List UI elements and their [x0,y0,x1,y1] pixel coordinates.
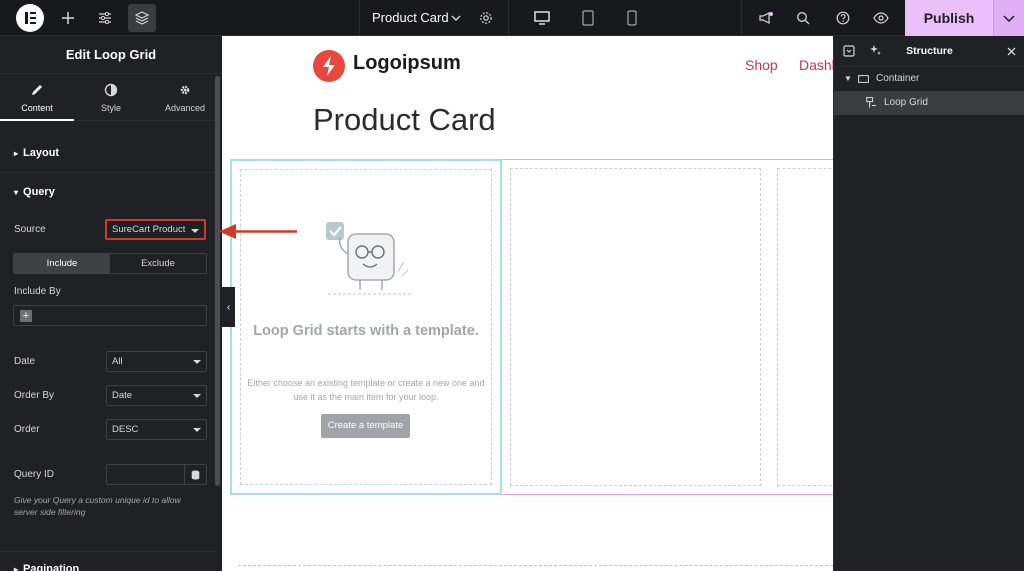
include-exclude-toggle: Include Exclude [13,253,207,274]
loop-item-placeholder [510,168,761,486]
publish-options-chevron-icon[interactable] [993,0,1024,36]
half-circle-icon [74,83,148,99]
nav-link-dashboard[interactable]: Dashb [799,57,833,73]
loop-illustration-icon [326,222,412,295]
site-settings-icon[interactable] [91,4,119,32]
tablet-icon[interactable] [574,4,602,32]
elementor-logo-icon[interactable] [16,4,44,32]
close-icon[interactable] [1007,47,1016,56]
structure-title: Structure [906,45,953,57]
dynamic-tags-icon[interactable] [184,465,206,484]
loop-grid-icon [866,97,876,108]
collapse-panel-chevron-icon[interactable]: ‹ [222,287,235,327]
order-select[interactable]: DESC [106,419,207,440]
tab-content-label: Content [21,103,53,113]
include-by-label: Include By [14,286,61,297]
tab-content[interactable]: Content [0,74,74,121]
panel-scrollbar[interactable] [215,76,220,486]
mobile-icon[interactable] [618,4,646,32]
include-by-field[interactable]: + [13,305,207,326]
pencil-icon [0,83,74,99]
section-layout[interactable]: ▸ Layout [14,147,59,159]
structure-item-loop-grid[interactable]: Loop Grid [834,91,1024,115]
plus-icon[interactable]: + [20,310,32,322]
add-element-icon[interactable] [54,4,82,32]
gear-icon [148,83,222,99]
editor-canvas: Logoipsum Shop Dashb Product Card Loop G… [222,36,833,571]
source-select[interactable]: SureCart Product [105,219,206,240]
document-title[interactable]: Product Card [372,0,449,36]
annotation-arrow-icon [219,224,297,239]
chevron-down-icon[interactable] [442,4,470,32]
top-bar: Product Card Publish [0,0,1024,36]
tab-style[interactable]: Style [74,74,148,121]
query-id-note: Give your Query a custom unique id to al… [14,495,181,517]
section-query[interactable]: ▾ Query [14,186,55,198]
query-id-label: Query ID [14,469,55,480]
date-label: Date [14,356,36,367]
exclude-tab[interactable]: Exclude [110,254,206,273]
widget-settings-panel: Edit Loop Grid Content Style Advanced ▸ … [0,36,222,571]
structure-item-label: Loop Grid [884,97,928,108]
publish-button[interactable]: Publish [905,0,993,36]
page-settings-gear-icon[interactable] [472,4,500,32]
structure-header: Structure [834,36,1024,67]
panel-title: Edit Loop Grid [0,36,222,74]
source-label: Source [14,224,46,235]
order-by-label: Order By [14,390,55,401]
search-icon[interactable] [789,4,817,32]
query-id-input[interactable] [106,464,207,485]
loop-item-placeholder [777,168,833,486]
panel-tabs: Content Style Advanced [0,74,222,121]
editor-app: Product Card Publish Edit Loop Grid Cont… [0,0,1024,571]
notifications-megaphone-icon[interactable] [752,4,780,32]
date-select[interactable]: All [106,351,207,372]
loop-grid-empty-description: Either choose an existing template or cr… [247,378,485,402]
add-section-dropzone[interactable] [238,565,833,566]
loop-grid-empty-title: Loop Grid starts with a template. [253,323,479,339]
structure-item-container[interactable]: ▼ Container [834,67,1024,91]
structure-panel: Structure ▼ Container Loop Grid [833,36,1024,571]
structure-layers-icon[interactable] [128,4,156,32]
include-tab[interactable]: Include [14,254,110,273]
site-name[interactable]: Logoipsum [353,52,461,75]
nav-link-shop[interactable]: Shop [745,57,778,73]
tab-style-label: Style [100,103,121,113]
create-template-button[interactable]: Create a template [321,414,410,438]
tab-advanced[interactable]: Advanced [148,74,222,121]
site-logo-icon[interactable] [313,50,345,82]
page-title[interactable]: Product Card [313,102,496,138]
container-icon [858,75,869,83]
help-icon[interactable] [829,4,857,32]
tab-advanced-label: Advanced [164,103,206,113]
preview-eye-icon[interactable] [867,4,895,32]
caret-down-icon[interactable]: ▼ [844,67,852,91]
desktop-icon[interactable] [528,4,556,32]
order-label: Order [14,424,40,435]
order-by-select[interactable]: Date [106,385,207,406]
section-pagination[interactable]: ▸ Pagination [14,563,79,571]
structure-item-label: Container [876,73,920,84]
